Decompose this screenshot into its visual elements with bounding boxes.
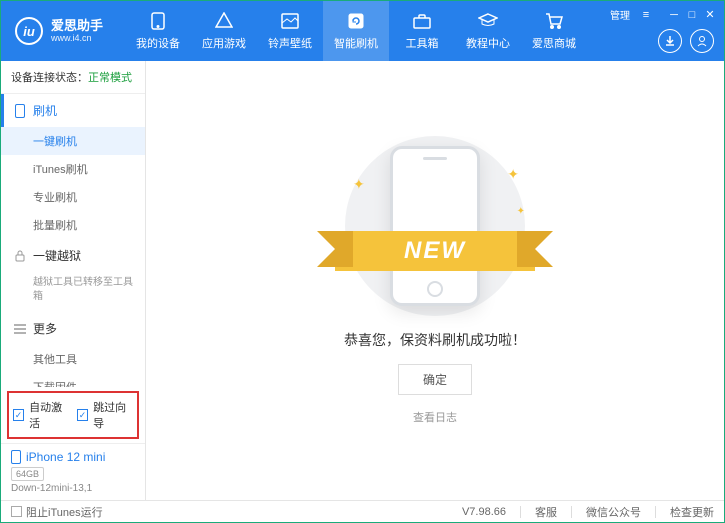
app-title: 爱思助手 xyxy=(51,18,103,34)
connection-status: 设备连接状态：正常模式 xyxy=(1,61,145,94)
close-button[interactable]: ✕ xyxy=(704,9,716,21)
options-highlight-box: 自动激活 跳过向导 xyxy=(7,391,139,439)
app-url: www.i4.cn xyxy=(51,33,103,44)
cart-icon xyxy=(544,11,564,31)
version-label: V7.98.66 xyxy=(462,506,506,518)
download-button[interactable] xyxy=(658,29,682,53)
apps-icon xyxy=(214,11,234,31)
phone-icon xyxy=(13,104,27,118)
sidebar-group-flash[interactable]: 刷机 xyxy=(1,94,145,127)
sparkle-icon: ✦ xyxy=(353,176,365,193)
minimize-button[interactable]: ─ xyxy=(668,9,680,21)
device-phone-icon xyxy=(11,450,21,464)
nav-apps[interactable]: 应用游戏 xyxy=(191,1,257,61)
main-nav: 我的设备 应用游戏 铃声壁纸 智能刷机 工具箱 教程中心 爱思商城 xyxy=(125,1,587,61)
auto-activate-checkbox[interactable]: 自动激活 xyxy=(13,399,69,431)
sparkle-icon: ✦ xyxy=(517,206,525,217)
toolbox-icon xyxy=(412,11,432,31)
graduation-icon xyxy=(478,11,498,31)
app-header: iu 爱思助手 www.i4.cn 我的设备 应用游戏 铃声壁纸 智能刷机 工具… xyxy=(1,1,724,61)
sidebar-item-oneclick-flash[interactable]: 一键刷机 xyxy=(1,127,145,155)
checkbox-icon xyxy=(11,506,22,517)
sidebar: 设备连接状态：正常模式 刷机 一键刷机 iTunes刷机 专业刷机 批量刷机 一… xyxy=(1,61,146,500)
wallpaper-icon xyxy=(280,11,300,31)
jailbreak-note: 越狱工具已转移至工具箱 xyxy=(1,272,145,312)
wechat-link[interactable]: 微信公众号 xyxy=(586,504,641,520)
customer-service-link[interactable]: 客服 xyxy=(535,504,557,520)
nav-toolbox[interactable]: 工具箱 xyxy=(389,1,455,61)
lock-icon xyxy=(13,249,27,263)
new-ribbon: NEW xyxy=(335,231,535,271)
view-log-link[interactable]: 查看日志 xyxy=(413,409,457,425)
sidebar-item-download-firmware[interactable]: 下载固件 xyxy=(1,373,145,387)
checkbox-checked-icon xyxy=(13,409,24,421)
nav-my-device[interactable]: 我的设备 xyxy=(125,1,191,61)
sidebar-group-more[interactable]: 更多 xyxy=(1,312,145,345)
refresh-icon xyxy=(346,11,366,31)
sidebar-item-other-tools[interactable]: 其他工具 xyxy=(1,345,145,373)
phone-icon xyxy=(148,11,168,31)
window-controls: 管理 ≡ ─ □ ✕ xyxy=(610,7,716,22)
skip-wizard-checkbox[interactable]: 跳过向导 xyxy=(77,399,133,431)
nav-store[interactable]: 爱思商城 xyxy=(521,1,587,61)
device-identifier: Down-12mini-13,1 xyxy=(11,483,135,494)
sidebar-item-batch-flash[interactable]: 批量刷机 xyxy=(1,211,145,239)
connected-device[interactable]: iPhone 12 mini 64GB Down-12mini-13,1 xyxy=(1,443,145,500)
block-itunes-checkbox[interactable]: 阻止iTunes运行 xyxy=(11,504,103,520)
sidebar-item-pro-flash[interactable]: 专业刷机 xyxy=(1,183,145,211)
success-illustration: NEW ✦ ✦ ✦ xyxy=(345,136,525,316)
logo-area: iu 爱思助手 www.i4.cn xyxy=(1,17,117,45)
confirm-button[interactable]: 确定 xyxy=(398,364,472,395)
sparkle-icon: ✦ xyxy=(507,166,519,183)
check-update-link[interactable]: 检查更新 xyxy=(670,504,714,520)
menu-dropdown-icon[interactable]: ≡ xyxy=(640,9,652,21)
nav-ringtone[interactable]: 铃声壁纸 xyxy=(257,1,323,61)
nav-tutorial[interactable]: 教程中心 xyxy=(455,1,521,61)
user-button[interactable] xyxy=(690,29,714,53)
success-message: 恭喜您，保资料刷机成功啦！ xyxy=(344,330,526,350)
nav-flash[interactable]: 智能刷机 xyxy=(323,1,389,61)
storage-badge: 64GB xyxy=(11,467,44,481)
menu-icon xyxy=(13,322,27,336)
top-menu-label[interactable]: 管理 xyxy=(610,7,630,22)
logo-icon: iu xyxy=(15,17,43,45)
checkbox-checked-icon xyxy=(77,409,88,421)
sidebar-item-itunes-flash[interactable]: iTunes刷机 xyxy=(1,155,145,183)
main-content: NEW ✦ ✦ ✦ 恭喜您，保资料刷机成功啦！ 确定 查看日志 xyxy=(146,61,724,500)
sidebar-group-jailbreak[interactable]: 一键越狱 xyxy=(1,239,145,272)
status-bar: 阻止iTunes运行 V7.98.66 客服 微信公众号 检查更新 xyxy=(1,500,724,522)
maximize-button[interactable]: □ xyxy=(686,9,698,21)
